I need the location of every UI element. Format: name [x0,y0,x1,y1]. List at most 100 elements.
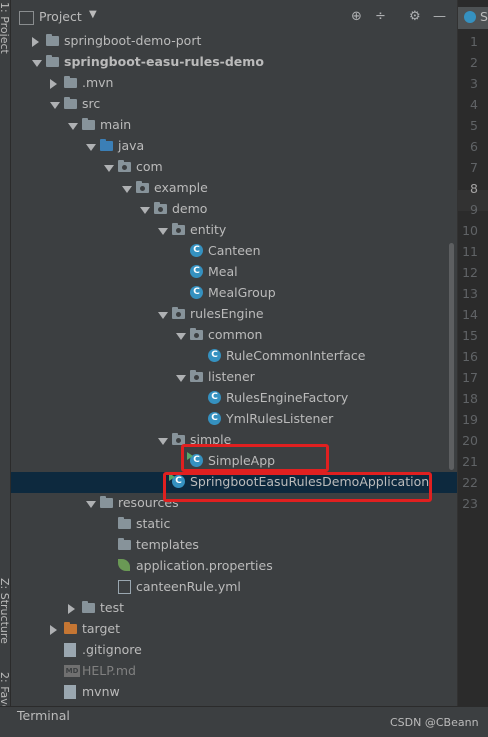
expand-arrow-icon[interactable] [86,144,96,151]
expand-arrow-icon[interactable] [176,375,186,382]
project-title[interactable]: Project [39,9,82,24]
terminal-tab[interactable]: Terminal [17,708,70,723]
expand-arrow-icon[interactable] [176,333,186,340]
tree-row[interactable]: springboot-easu-rules-demo [11,52,457,73]
tree-row[interactable]: springboot-demo-port [11,31,457,52]
line-number: 18 [462,391,478,406]
tree-row[interactable]: canteenRule.yml [11,577,457,598]
tree-row[interactable]: mvnw [11,682,457,703]
gear-icon[interactable]: ⚙ [409,9,421,24]
expand-arrow-icon[interactable] [140,207,150,214]
tree-row[interactable]: static [11,514,457,535]
tree-item-label: .gitignore [82,642,142,657]
structure-side-tab[interactable]: Z: Structure [0,578,11,644]
folder-icon [118,538,131,550]
expand-arrow-icon[interactable] [104,165,114,172]
line-number: 19 [462,412,478,427]
package-dot-icon [176,438,181,443]
tree-item-label: RuleCommonInterface [226,348,366,363]
package-icon [190,328,203,340]
tree-item-label: mvnw [82,684,120,699]
editor-tab[interactable]: S [458,7,488,29]
line-number: 5 [470,118,478,133]
tree-row[interactable]: C RuleCommonInterface [11,346,457,367]
class-icon: C [208,412,221,425]
expand-arrow-icon[interactable] [122,186,132,193]
tree-row[interactable]: entity [11,220,457,241]
package-dot-icon [176,228,181,233]
package-dot-icon [194,333,199,338]
package-dot-icon [194,375,199,380]
package-dot-icon [140,186,145,191]
expand-arrow-icon[interactable] [158,228,168,235]
line-number: 11 [462,244,478,259]
tree-row[interactable]: demo [11,199,457,220]
expand-arrow-icon[interactable] [86,501,96,508]
tree-item-label: test [100,600,125,615]
folder-icon [64,76,77,88]
line-number: 20 [462,433,478,448]
left-tool-strip: 1: Project Z: Structure 2: Favorites [0,0,11,736]
collapse-arrow-icon[interactable] [68,604,75,614]
tree-item-label: static [136,516,171,531]
collapse-arrow-icon[interactable] [50,625,57,635]
tree-row[interactable]: C Canteen [11,241,457,262]
tree-row[interactable]: main [11,115,457,136]
tree-item-label: Canteen [208,243,261,258]
tree-row[interactable]: target [11,619,457,640]
package-icon [118,160,131,172]
tree-row[interactable]: test [11,598,457,619]
spring-properties-icon [118,559,130,571]
tree-row[interactable]: com [11,157,457,178]
editor-tab-label: S [480,9,488,24]
tree-row[interactable]: application.properties [11,556,457,577]
tree-row[interactable]: listener [11,367,457,388]
tree-item-label: target [82,621,121,636]
tree-row[interactable]: .mvn [11,73,457,94]
collapse-arrow-icon[interactable] [50,79,57,89]
tree-item-label: Meal [208,264,238,279]
hide-panel-icon[interactable]: — [433,9,446,24]
tree-row[interactable]: MD HELP.md [11,661,457,682]
tree-row[interactable]: java [11,136,457,157]
line-number: 6 [470,139,478,154]
tree-row[interactable]: C MealGroup [11,283,457,304]
line-number: 10 [462,223,478,238]
tree-row[interactable]: example [11,178,457,199]
expand-arrow-icon[interactable] [158,438,168,445]
expand-arrow-icon[interactable] [158,312,168,319]
expand-arrow-icon[interactable] [68,123,78,130]
line-number: 1 [470,34,478,49]
tree-item-label: springboot-easu-rules-demo [64,54,264,69]
tree-row[interactable]: src [11,94,457,115]
tree-row[interactable]: C YmlRulesListener [11,409,457,430]
project-tree: springboot-demo-port springboot-easu-rule… [11,31,457,706]
tree-scrollbar[interactable] [449,243,454,470]
tree-item-label: YmlRulesListener [226,411,334,426]
folder-icon [46,34,59,46]
folder-icon [82,118,95,130]
expand-arrow-icon[interactable] [32,60,42,67]
tree-item-label: application.properties [136,558,273,573]
chevron-down-icon[interactable]: ▼ [89,9,97,20]
line-number: 13 [462,286,478,301]
project-side-tab[interactable]: 1: Project [0,2,11,54]
line-number: 8 [470,181,478,196]
line-number: 9 [470,202,478,217]
expand-arrow-icon[interactable] [50,102,60,109]
tree-item-label: java [118,138,145,153]
package-dot-icon [158,207,163,212]
file-icon [64,643,76,657]
tree-row[interactable]: .gitignore [11,640,457,661]
project-view-icon [19,11,34,25]
collapse-arrow-icon[interactable] [32,37,39,47]
tree-row[interactable]: C RulesEngineFactory [11,388,457,409]
collapse-all-icon[interactable]: ÷ [375,9,386,24]
tree-row[interactable]: templates [11,535,457,556]
tree-row[interactable]: C Meal [11,262,457,283]
tree-row[interactable]: common [11,325,457,346]
tree-row[interactable]: rulesEngine [11,304,457,325]
locate-icon[interactable]: ⊕ [351,9,362,24]
folder-icon [46,55,59,67]
tree-item-label: com [136,159,163,174]
